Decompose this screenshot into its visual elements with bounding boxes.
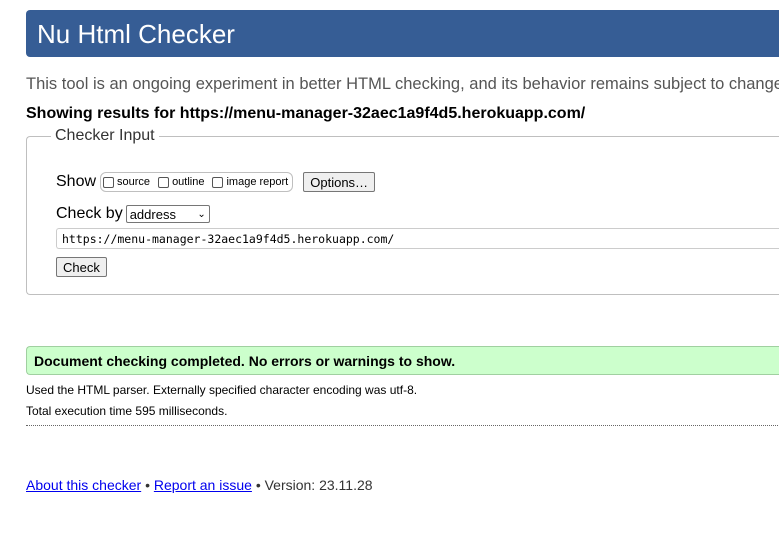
result-message: Document checking completed. No errors o… <box>34 353 456 369</box>
parser-info: Used the HTML parser. Externally specifi… <box>26 383 418 397</box>
show-outline-option[interactable]: outline <box>158 176 204 188</box>
header-banner: Nu Html Checker <box>26 10 779 57</box>
footer: About this checker • Report an issue • V… <box>26 477 373 493</box>
source-label: source <box>117 176 151 188</box>
check-by-row: Check by address ⌄ <box>56 205 210 223</box>
image-report-checkbox[interactable] <box>212 176 224 188</box>
show-options-row: Show source outline image report Options… <box>56 172 376 192</box>
report-issue-link[interactable]: Report an issue <box>154 477 252 493</box>
show-label: Show <box>56 173 97 190</box>
page-title: Nu Html Checker <box>37 19 235 49</box>
image-report-label: image report <box>226 176 289 188</box>
chevron-down-icon: ⌄ <box>197 208 206 220</box>
outline-checkbox[interactable] <box>158 176 170 188</box>
version-text: Version: 23.11.28 <box>264 477 373 493</box>
options-button[interactable]: Options… <box>303 172 376 192</box>
dotted-divider <box>26 425 779 426</box>
show-image-report-option[interactable]: image report <box>212 176 288 188</box>
checker-input-legend: Checker Input <box>51 127 159 145</box>
result-success-banner: Document checking completed. No errors o… <box>26 346 779 375</box>
tagline: This tool is an ongoing experiment in be… <box>26 75 779 93</box>
check-by-selected-value: address <box>129 206 176 222</box>
check-button[interactable]: Check <box>56 257 107 277</box>
outline-label: outline <box>172 176 205 188</box>
url-input[interactable]: https://menu-manager-32aec1a9f4d5.heroku… <box>56 228 779 249</box>
show-options-group: source outline image report <box>100 172 294 192</box>
execution-time-info: Total execution time 595 milliseconds. <box>26 404 228 418</box>
check-by-label: Check by <box>56 205 123 222</box>
check-by-select[interactable]: address ⌄ <box>125 205 210 223</box>
footer-separator: • <box>255 477 261 493</box>
footer-separator: • <box>145 477 150 493</box>
about-checker-link[interactable]: About this checker <box>26 477 141 493</box>
source-checkbox[interactable] <box>103 176 115 188</box>
show-source-option[interactable]: source <box>103 176 150 188</box>
showing-results-heading: Showing results for https://menu-manager… <box>26 105 586 122</box>
